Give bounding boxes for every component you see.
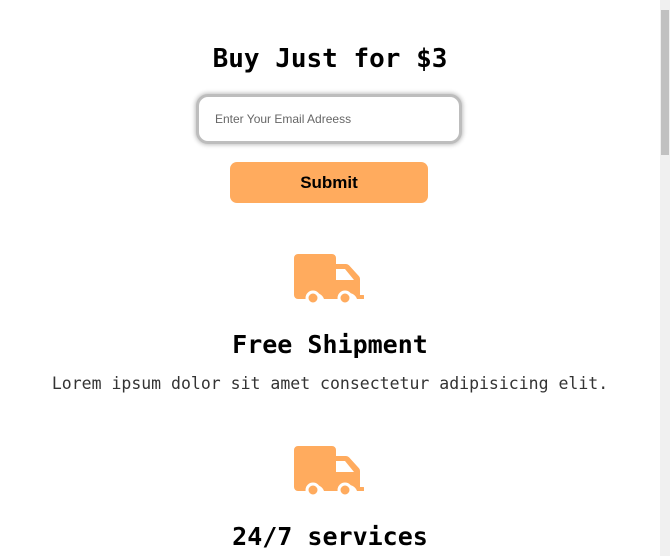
scrollbar-thumb[interactable] xyxy=(661,10,669,155)
vertical-scrollbar[interactable] xyxy=(660,0,670,556)
submit-button[interactable]: Submit xyxy=(230,162,428,203)
truck-icon xyxy=(294,446,364,498)
feature-title: 24/7 services xyxy=(232,522,428,551)
hero-title: Buy Just for $3 xyxy=(212,44,448,74)
feature-title: Free Shipment xyxy=(232,330,428,359)
email-input[interactable] xyxy=(196,94,462,144)
feature-description: Lorem ipsum dolor sit amet consectetur a… xyxy=(51,374,609,393)
page: Buy Just for $3 Submit Free Shipment Lor… xyxy=(0,0,660,556)
truck-icon xyxy=(294,254,364,306)
